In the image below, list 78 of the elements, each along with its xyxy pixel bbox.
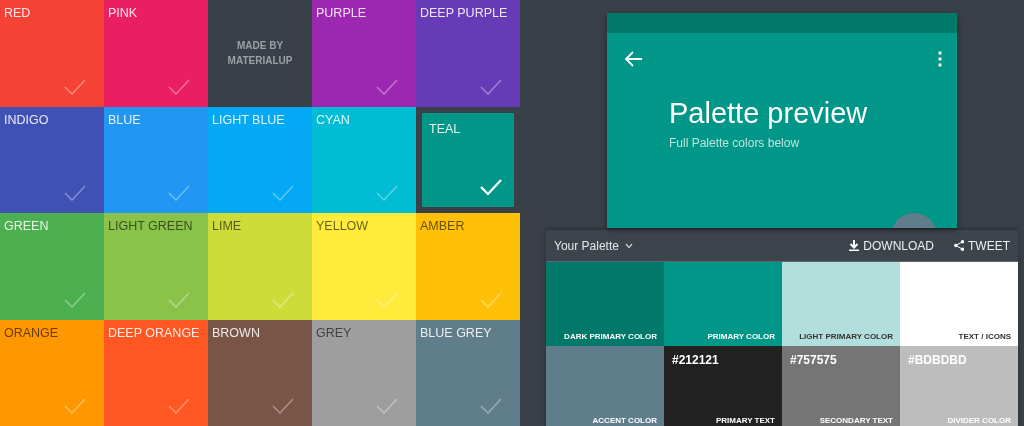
color-tile[interactable]: BLUE [104, 106, 208, 213]
check-icon [272, 291, 294, 308]
check-icon [480, 179, 502, 195]
color-name: CYAN [316, 112, 350, 127]
color-tile[interactable]: LIGHT BLUE [208, 106, 312, 213]
check-icon [376, 398, 398, 414]
check-icon [376, 185, 398, 201]
check-icon [64, 185, 86, 201]
color-tile[interactable]: BLUE GREY [416, 319, 520, 426]
color-name: PINK [108, 6, 138, 20]
tweet-button[interactable]: TWEET [954, 238, 1010, 253]
color-name: GREEN [4, 219, 49, 233]
color-name: DEEP PURPLE [420, 6, 508, 20]
color-tile[interactable]: ORANGE [0, 319, 104, 426]
color-tile[interactable]: LIME [208, 213, 312, 320]
color-tile[interactable]: GREEN [0, 213, 104, 320]
check-icon [376, 78, 398, 95]
preview-subtitle: Full Palette colors below [669, 136, 801, 150]
color-name: INDIGO [4, 112, 49, 127]
color-tile[interactable]: PINK [104, 0, 208, 107]
color-name: ORANGE [4, 325, 59, 340]
check-icon [480, 398, 502, 414]
color-name: YELLOW [316, 219, 369, 233]
check-icon [168, 398, 190, 414]
check-icon [168, 78, 190, 95]
color-tile[interactable]: DEEP ORANGE [104, 319, 208, 426]
check-icon [168, 185, 190, 201]
color-name: LIGHT BLUE [212, 112, 285, 127]
more-icon[interactable] [937, 51, 943, 67]
check-icon [272, 398, 294, 414]
color-tile[interactable]: LIGHT GREEN [104, 213, 208, 320]
color-name: BLUE GREY [420, 325, 492, 340]
color-tile[interactable]: PURPLE [312, 0, 416, 107]
share-icon [954, 240, 964, 251]
color-name: LIGHT GREEN [108, 219, 193, 233]
hex-code: #757575 [790, 353, 837, 367]
color-tile[interactable]: TEAL [422, 112, 514, 207]
swatch-label: LIGHT PRIMARY COLOR [799, 332, 893, 341]
swatch-label: DARK PRIMARY COLOR [564, 332, 657, 341]
color-name: BROWN [212, 325, 260, 340]
preview-title: Palette preview [669, 97, 869, 130]
download-icon [849, 240, 860, 251]
swatch-label: TEXT / ICONS [958, 332, 1011, 341]
color-name: DEEP ORANGE [108, 325, 200, 340]
color-name: LIME [212, 219, 242, 233]
check-icon [64, 398, 86, 414]
caret-icon [624, 242, 633, 249]
color-tile[interactable]: DEEP PURPLE [416, 0, 520, 107]
download-button[interactable]: DOWNLOAD [849, 238, 934, 253]
check-icon [480, 78, 502, 95]
color-name: AMBER [420, 219, 465, 233]
color-tile[interactable]: AMBER [416, 213, 520, 320]
color-name: RED [4, 6, 31, 20]
color-tile[interactable]: BROWN [208, 319, 312, 426]
color-name: BLUE [108, 112, 141, 127]
color-name: TEAL [429, 121, 461, 136]
hex-code: #BDBDBD [908, 353, 967, 367]
check-icon [480, 291, 502, 308]
color-tile[interactable]: GREY [312, 319, 416, 426]
swatch-label: PRIMARY TEXT [715, 416, 775, 425]
swatch-label: PRIMARY COLOR [707, 332, 775, 341]
check-icon [376, 291, 398, 308]
check-icon [168, 291, 190, 308]
color-name: PURPLE [316, 6, 367, 20]
swatch-label: ACCENT COLOR [592, 416, 657, 425]
color-name: GREY [316, 325, 352, 340]
credit-text: MADE BY MATERIALUP [226, 39, 294, 69]
check-icon [64, 78, 86, 95]
color-tile[interactable]: YELLOW [312, 213, 416, 320]
swatch-label: SECONDARY TEXT [819, 416, 893, 425]
check-icon [272, 185, 294, 201]
color-tile[interactable]: INDIGO [0, 106, 104, 213]
back-arrow-icon[interactable] [625, 51, 643, 67]
palette-dropdown[interactable]: Your Palette [554, 238, 633, 253]
color-tile[interactable]: RED [0, 0, 104, 107]
hex-code: #212121 [672, 353, 719, 367]
swatch-label: DIVIDER COLOR [947, 416, 1011, 425]
check-icon [64, 291, 86, 308]
